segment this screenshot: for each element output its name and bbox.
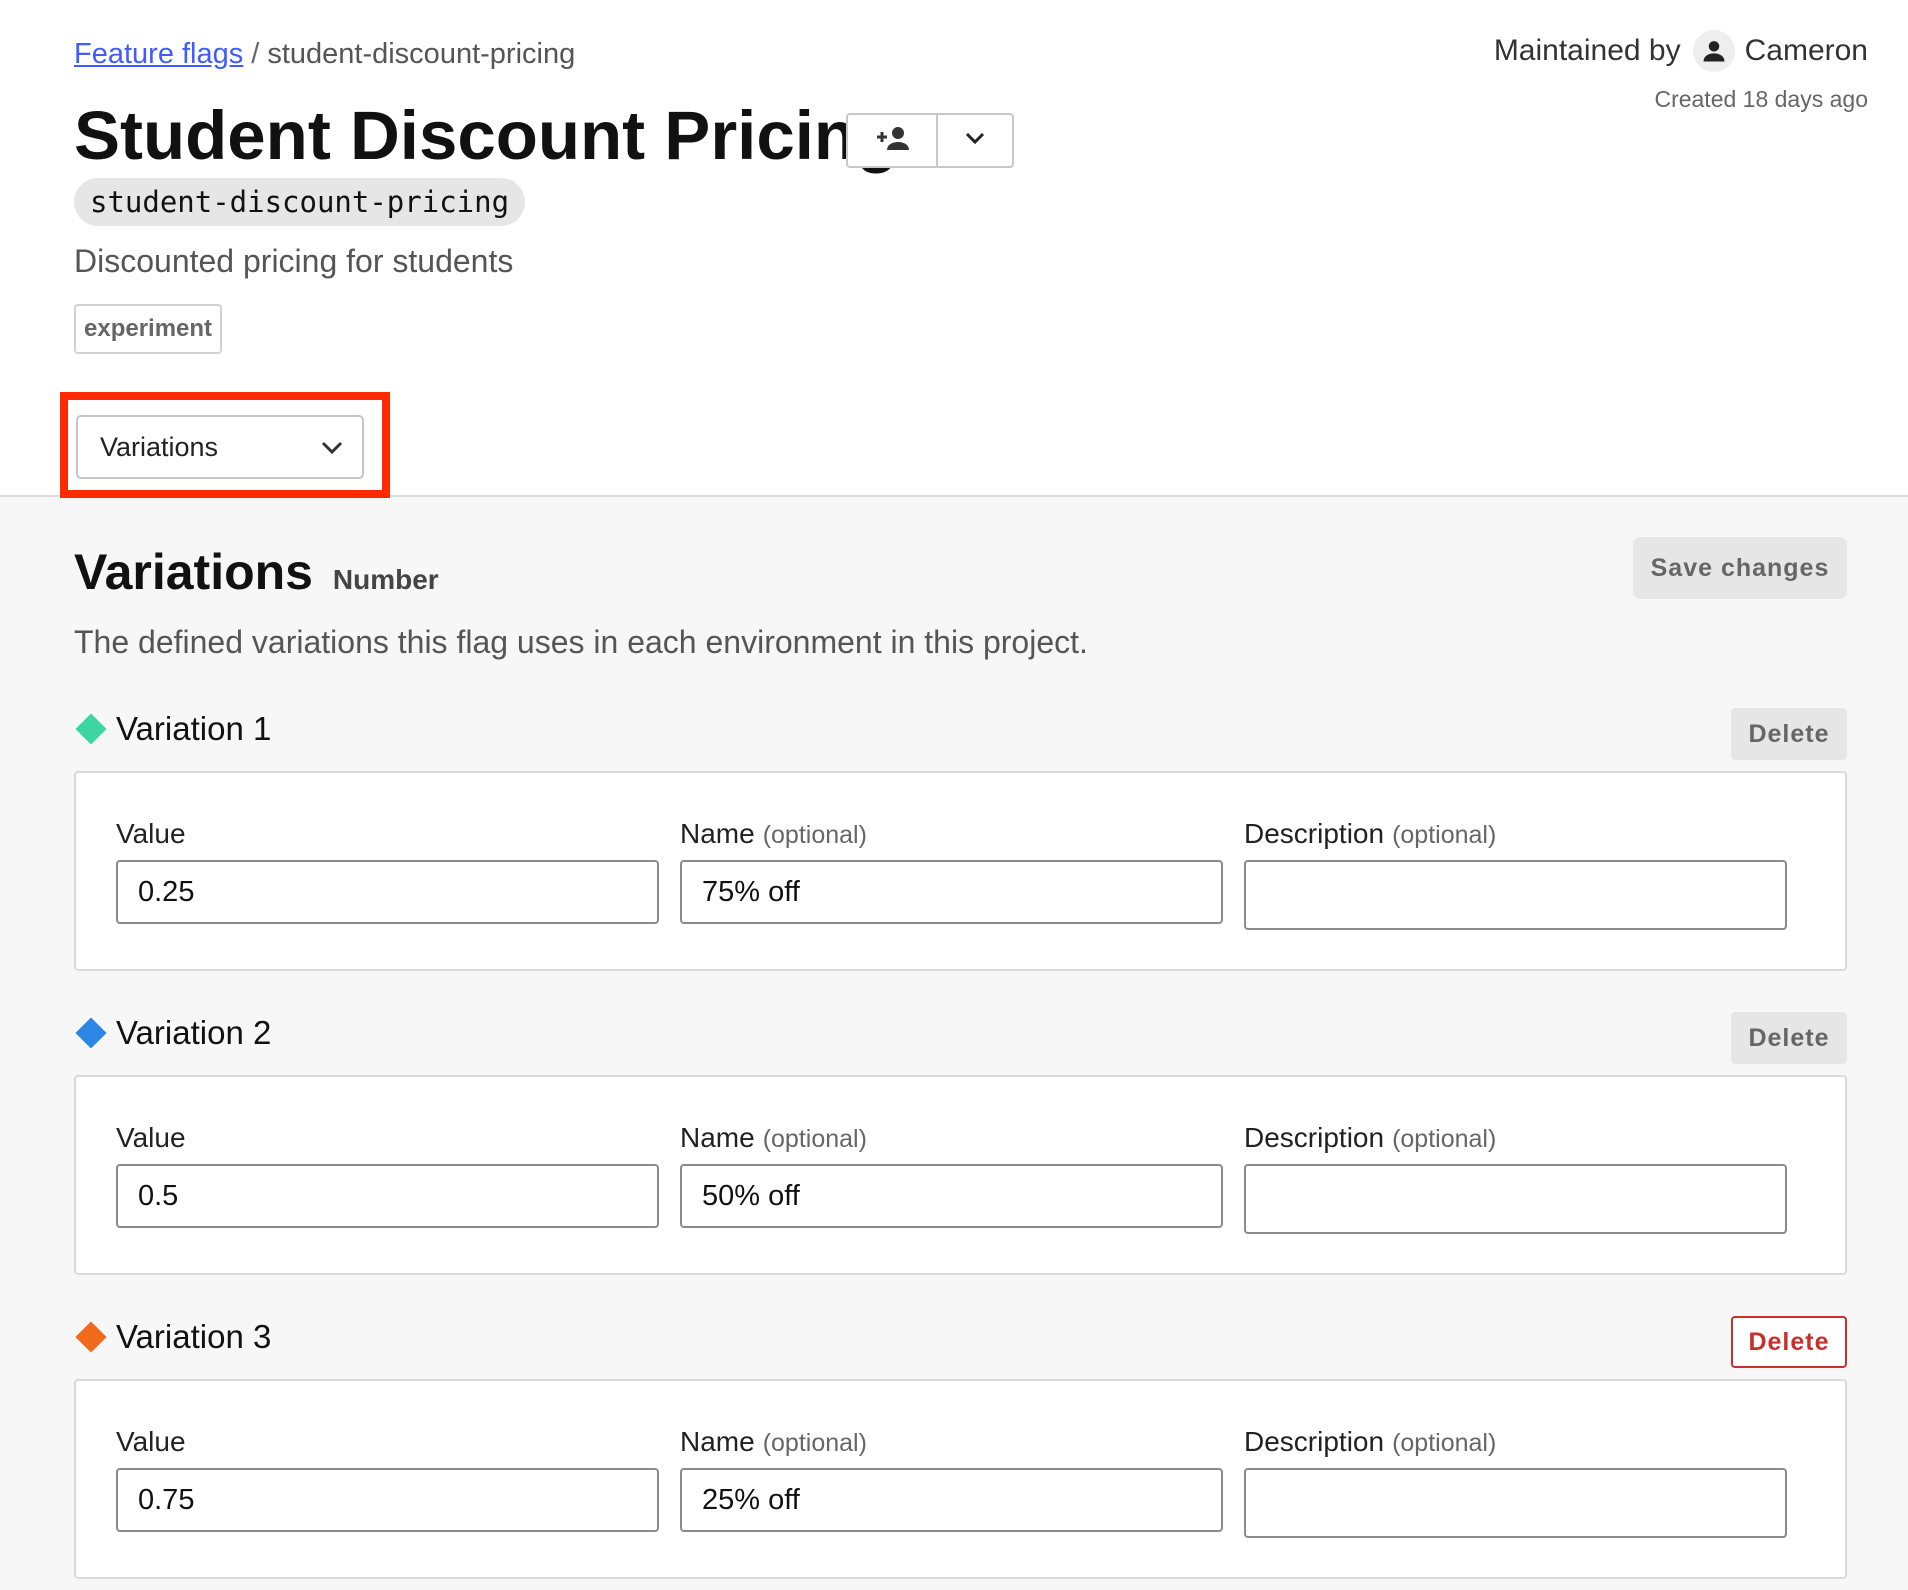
save-changes-button[interactable]: Save changes	[1633, 537, 1847, 599]
flag-description: Discounted pricing for students	[74, 243, 514, 279]
name-label: Name (optional)	[680, 1122, 867, 1153]
diamond-icon	[75, 1321, 107, 1353]
page-title: Student Discount Pricing	[74, 97, 899, 174]
variation-2-header: Variation 2	[74, 1014, 271, 1052]
variation-1-delete-button[interactable]: Delete	[1731, 708, 1847, 760]
variation-2-card: Value Name(optional) Description(optiona…	[74, 1075, 1847, 1275]
breadcrumb-feature-flags-link[interactable]: Feature flags	[74, 38, 243, 70]
variation-3-name-input[interactable]	[680, 1468, 1223, 1532]
section-type: Number	[332, 564, 439, 595]
variation-2-delete-button[interactable]: Delete	[1731, 1012, 1847, 1064]
view-select[interactable]: Variations	[76, 415, 364, 479]
variation-1-title: Variation 1	[116, 710, 272, 747]
chevron-down-icon	[320, 432, 344, 463]
variation-2-value-field: Value	[116, 1122, 659, 1228]
view-select-value: Variations	[100, 431, 219, 462]
add-maintainer-button[interactable]	[848, 115, 938, 166]
breadcrumb: Feature flags / student-discount-pricing	[74, 38, 575, 71]
variation-1-description-input[interactable]	[1244, 860, 1787, 930]
breadcrumb-current: student-discount-pricing	[267, 38, 576, 70]
flag-key-chip[interactable]: student-discount-pricing	[74, 178, 526, 226]
variation-1-description-field: Description (optional)	[1244, 818, 1787, 930]
description-label: Description (optional)	[1244, 818, 1497, 849]
variation-2-description-field: Description (optional)	[1244, 1122, 1787, 1234]
variation-2-name-input[interactable]	[680, 1164, 1223, 1228]
maintainer-name[interactable]: Cameron	[1745, 34, 1868, 68]
variation-1-name-field: Name (optional)	[680, 818, 1223, 924]
add-person-icon	[873, 125, 911, 156]
variation-2-name-field: Name (optional)	[680, 1122, 1223, 1228]
description-label: Description (optional)	[1244, 1122, 1497, 1153]
variation-3-value-field: Value	[116, 1426, 659, 1532]
variation-3-name-field: Name (optional)	[680, 1426, 1223, 1532]
variation-3-description-field: Description (optional)	[1244, 1426, 1787, 1538]
variation-3-title: Variation 3	[116, 1318, 272, 1355]
flag-actions	[846, 113, 1014, 168]
variation-1-name-input[interactable]	[680, 860, 1223, 924]
flag-actions-menu-button[interactable]	[938, 115, 1012, 166]
description-label: Description (optional)	[1244, 1426, 1497, 1457]
flag-header: Feature flags / student-discount-pricing M…	[0, 0, 1908, 498]
breadcrumb-separator: /	[251, 38, 260, 70]
variation-3-value-input[interactable]	[116, 1468, 659, 1532]
variation-1-value-field: Value	[116, 818, 659, 924]
value-label: Value	[116, 1426, 186, 1457]
variation-1-card: Value Name(optional) Description(optiona…	[74, 771, 1847, 971]
name-label: Name (optional)	[680, 1426, 867, 1457]
variation-3-delete-button[interactable]: Delete	[1731, 1316, 1847, 1368]
tag-badge[interactable]: experiment	[74, 304, 223, 354]
name-label: Name (optional)	[680, 818, 867, 849]
value-label: Value	[116, 818, 186, 849]
variation-2-value-input[interactable]	[116, 1164, 659, 1228]
diamond-icon	[75, 1017, 107, 1049]
diamond-icon	[75, 713, 107, 745]
variation-1-header: Variation 1	[74, 710, 271, 748]
section-title-text: Variations	[74, 544, 313, 600]
section-description: The defined variations this flag uses in…	[74, 624, 1088, 660]
created-date: Created 18 days ago	[1654, 86, 1868, 112]
maintainer: Maintained by Cameron	[1494, 30, 1868, 72]
maintained-by-label: Maintained by	[1493, 34, 1681, 67]
variation-2-description-input[interactable]	[1244, 1164, 1787, 1234]
variation-1-value-input[interactable]	[116, 860, 659, 924]
variation-2-title: Variation 2	[116, 1014, 272, 1051]
value-label: Value	[116, 1122, 186, 1153]
variation-3-description-input[interactable]	[1244, 1468, 1787, 1538]
person-icon	[1692, 30, 1735, 72]
section-title: Variations Number	[74, 543, 439, 601]
variation-3-header: Variation 3	[74, 1318, 271, 1356]
chevron-down-icon	[964, 131, 986, 150]
variation-3-card: Value Name(optional) Description(optiona…	[74, 1379, 1847, 1579]
